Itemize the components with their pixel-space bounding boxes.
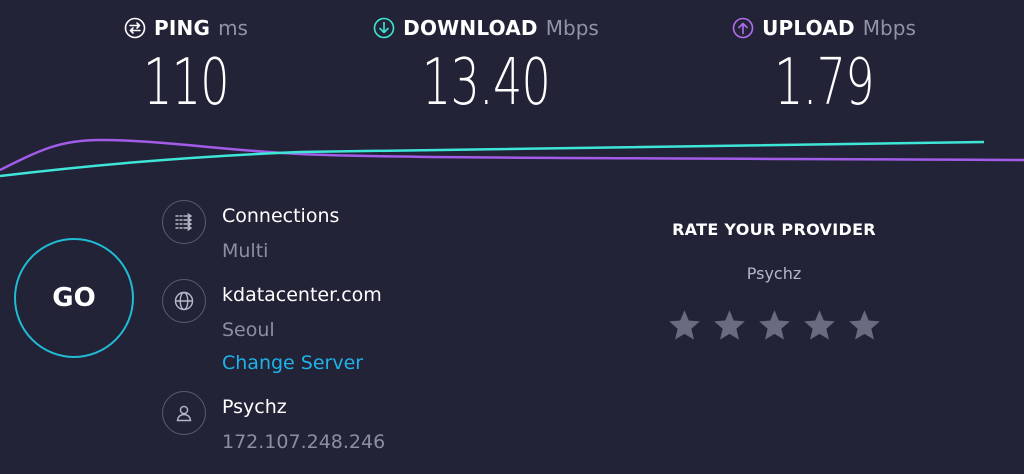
download-header: DOWNLOAD Mbps [358,14,614,42]
rate-provider-panel: RATE YOUR PROVIDER Psychz [640,220,908,343]
download-arrow-icon [373,17,395,39]
star-rating [640,308,908,343]
ping-value: 110 [143,46,230,120]
upload-header: UPLOAD Mbps [718,14,930,42]
star-icon[interactable] [847,308,882,343]
server-location: Seoul [222,319,275,341]
upload-unit: Mbps [862,16,916,40]
star-icon[interactable] [757,308,792,343]
download-metric: DOWNLOAD Mbps 13.40 [358,14,614,116]
download-unit: Mbps [545,16,599,40]
ping-metric: PING ms 110 [114,14,258,116]
speed-graph [0,138,1024,178]
rate-provider-isp: Psychz [746,264,802,283]
ping-icon [124,17,146,39]
connections-title: Connections [222,205,340,227]
go-button-label: GO [52,283,96,313]
user-icon [162,391,206,435]
server-host: kdatacenter.com [222,284,382,306]
connections-icon[interactable] [162,200,206,244]
upload-value: 1.79 [774,46,874,120]
ping-header: PING ms [114,14,258,42]
ping-unit: ms [218,16,248,40]
change-server-link[interactable]: Change Server [222,351,382,375]
server-info: kdatacenter.com Seoul Change Server [162,279,382,375]
ping-label: PING [154,16,211,40]
download-label: DOWNLOAD [403,16,538,40]
provider-info: Psychz 172.107.248.246 [162,391,386,454]
go-button[interactable]: GO [14,238,134,358]
provider-ip: 172.107.248.246 [222,431,386,453]
connections-info: Connections Multi [162,200,340,263]
star-icon[interactable] [667,308,702,343]
download-value: 13.40 [421,46,551,120]
upload-arrow-icon [732,17,754,39]
star-icon[interactable] [712,308,747,343]
upload-label: UPLOAD [762,16,855,40]
rate-provider-title: RATE YOUR PROVIDER [672,220,876,239]
upload-metric: UPLOAD Mbps 1.79 [718,14,930,116]
provider-name: Psychz [222,396,287,418]
globe-icon [162,279,206,323]
star-icon[interactable] [802,308,837,343]
connections-value: Multi [222,240,269,262]
